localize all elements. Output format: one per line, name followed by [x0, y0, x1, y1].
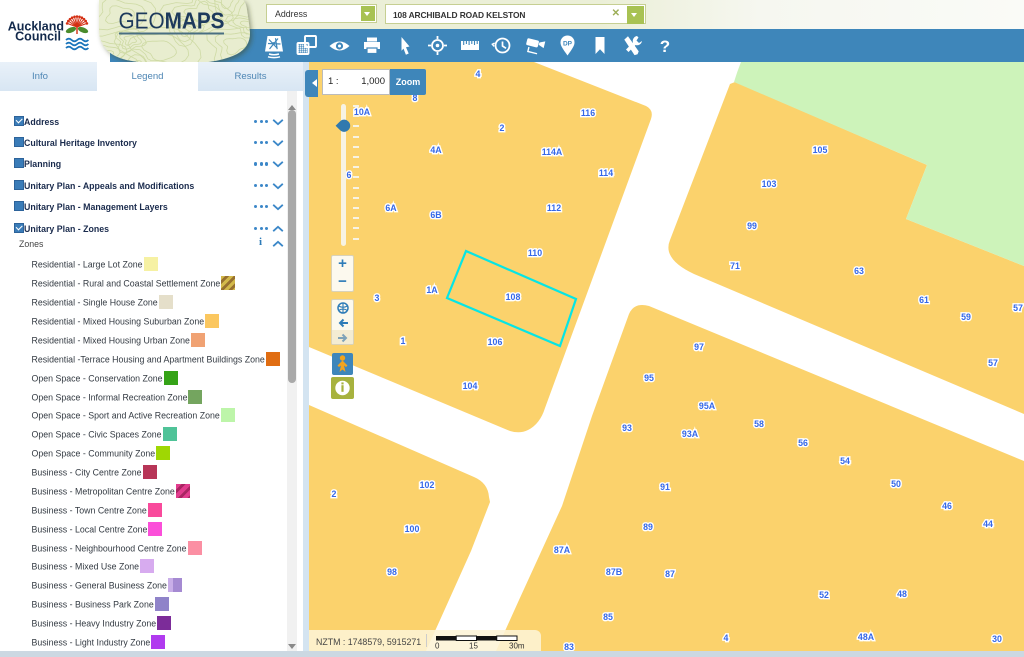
- svg-text:97: 97: [694, 342, 704, 352]
- svg-text:6: 6: [347, 170, 352, 180]
- svg-text:48A: 48A: [858, 632, 875, 642]
- svg-text:?: ?: [660, 37, 670, 56]
- svg-text:87A: 87A: [554, 545, 571, 555]
- svg-text:GEOMAPS: GEOMAPS: [119, 8, 225, 34]
- svg-text:15: 15: [469, 642, 478, 651]
- svg-text:2: 2: [332, 489, 337, 499]
- svg-text:114A: 114A: [542, 147, 563, 157]
- svg-text:61: 61: [919, 295, 929, 305]
- svg-text:52: 52: [819, 590, 829, 600]
- svg-text:4: 4: [476, 69, 481, 79]
- svg-text:46: 46: [942, 501, 952, 511]
- svg-text:63: 63: [854, 266, 864, 276]
- svg-text:104: 104: [463, 381, 478, 391]
- svg-text:95A: 95A: [699, 401, 716, 411]
- svg-text:100: 100: [405, 524, 420, 534]
- svg-text:2: 2: [500, 123, 505, 133]
- svg-text:44: 44: [983, 519, 993, 529]
- svg-text:71: 71: [730, 261, 740, 271]
- svg-text:50: 50: [891, 479, 901, 489]
- svg-text:102: 102: [420, 480, 435, 490]
- svg-text:103: 103: [762, 179, 777, 189]
- svg-text:4: 4: [724, 633, 729, 643]
- svg-text:59: 59: [961, 312, 971, 322]
- svg-text:110: 110: [528, 248, 542, 258]
- svg-text:58: 58: [754, 419, 764, 429]
- svg-text:57: 57: [988, 358, 998, 368]
- svg-text:93: 93: [622, 423, 632, 433]
- svg-text:89: 89: [643, 522, 653, 532]
- svg-text:DP: DP: [563, 41, 573, 48]
- svg-text:57: 57: [1013, 303, 1023, 313]
- svg-text:0: 0: [435, 642, 440, 651]
- svg-text:30m: 30m: [509, 642, 525, 651]
- svg-text:116: 116: [581, 108, 595, 118]
- svg-text:105: 105: [813, 145, 828, 155]
- svg-text:112: 112: [547, 203, 561, 213]
- svg-text:85: 85: [603, 612, 613, 622]
- svg-text:87B: 87B: [606, 567, 622, 577]
- svg-text:95: 95: [644, 373, 654, 383]
- svg-text:54: 54: [840, 456, 850, 466]
- svg-text:91: 91: [660, 482, 670, 492]
- svg-text:56: 56: [798, 438, 808, 448]
- svg-text:99: 99: [747, 221, 757, 231]
- svg-text:87: 87: [665, 569, 675, 579]
- svg-text:3: 3: [375, 293, 380, 303]
- svg-text:48: 48: [897, 589, 907, 599]
- svg-text:108: 108: [506, 292, 521, 302]
- svg-text:6B: 6B: [430, 210, 441, 220]
- svg-text:1A: 1A: [426, 285, 438, 295]
- svg-text:114: 114: [599, 168, 613, 178]
- svg-text:4A: 4A: [430, 145, 442, 155]
- svg-text:30: 30: [992, 634, 1002, 644]
- svg-text:6A: 6A: [385, 203, 397, 213]
- svg-text:98: 98: [387, 567, 397, 577]
- svg-text:106: 106: [488, 337, 503, 347]
- svg-text:93A: 93A: [682, 429, 699, 439]
- svg-text:1: 1: [401, 336, 406, 346]
